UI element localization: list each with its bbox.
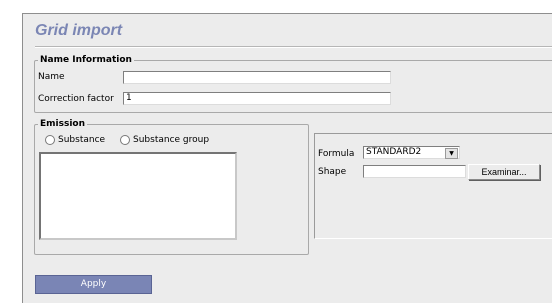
correction-factor-label: Correction factor (38, 94, 114, 104)
emission-legend: Emission (40, 119, 85, 129)
name-input[interactable] (123, 71, 391, 84)
shape-input[interactable] (363, 165, 466, 178)
name-label: Name (38, 72, 65, 82)
substance-group-radio[interactable] (120, 135, 130, 145)
browse-button[interactable]: Examinar... (468, 164, 540, 180)
title-divider-highlight (35, 47, 552, 48)
correction-factor-input[interactable]: 1 (123, 92, 391, 105)
substance-group-radio-label: Substance group (133, 135, 210, 145)
formula-label: Formula (318, 149, 355, 159)
formula-select-value: STANDARD2 (366, 147, 422, 157)
page-title: Grid import (35, 22, 123, 39)
shape-label: Shape (318, 167, 347, 177)
substance-radio-label: Substance (58, 135, 106, 145)
substance-listbox[interactable] (39, 152, 237, 240)
substance-radio[interactable] (45, 135, 55, 145)
formula-select[interactable]: STANDARD2 ▼ (363, 146, 460, 159)
apply-button[interactable]: Apply (35, 275, 152, 294)
chevron-down-icon[interactable]: ▼ (445, 148, 458, 159)
name-information-legend: Name Information (40, 55, 132, 65)
